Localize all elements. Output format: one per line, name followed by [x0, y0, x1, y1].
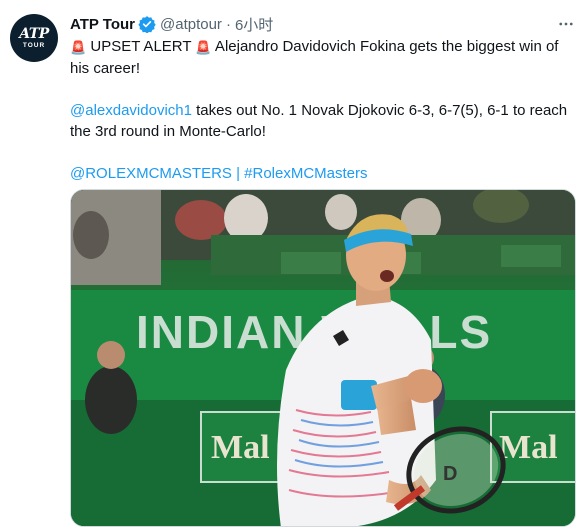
- verified-badge-icon: [138, 15, 156, 34]
- photo-illustration: INDIAN WELLS Mal Mal: [71, 190, 575, 526]
- mention-link[interactable]: @ROLEXMCMASTERS: [70, 165, 232, 182]
- separator-dot: ·: [225, 15, 231, 33]
- tweet-line-2-text: takes out No. 1 Novak Djokovic 6-3, 6-7(…: [191, 102, 568, 119]
- tweet-header: ATP Tour @atptour · 6小时: [70, 13, 273, 35]
- tweet[interactable]: ATP TOUR ATP Tour @atptour · 6小时 🚨 UPSET…: [0, 0, 588, 530]
- tweet-line-2: @alexdavidovich1 takes out No. 1 Novak D…: [70, 100, 580, 121]
- tweet-line-3: @ROLEXMCMASTERS | #RolexMCMasters: [70, 163, 580, 184]
- display-name[interactable]: ATP Tour: [70, 16, 135, 33]
- tweet-text: 🚨 UPSET ALERT 🚨 Alejandro Davidovich Fok…: [70, 36, 580, 184]
- siren-emoji-icon: 🚨: [195, 40, 212, 55]
- siren-emoji-icon: 🚨: [70, 40, 87, 55]
- tweet-line-2-cont: the 3rd round in Monte-Carlo!: [70, 123, 266, 140]
- board-left-text: Mal: [211, 429, 270, 466]
- atp-logo-text: ATP: [19, 25, 49, 42]
- mention-link[interactable]: @alexdavidovich1: [70, 102, 192, 119]
- user-handle[interactable]: @atptour: [160, 16, 222, 33]
- hashtag-link[interactable]: #RolexMCMasters: [244, 165, 367, 182]
- link-separator: |: [231, 165, 245, 182]
- upset-alert-text: UPSET ALERT: [86, 38, 196, 55]
- atp-logo-subtext: TOUR: [22, 41, 46, 49]
- tweet-line-1-cont: his career!: [70, 60, 141, 77]
- avatar[interactable]: ATP TOUR: [10, 14, 58, 62]
- tweet-line-1-text: Alejandro Davidovich Fokina gets the big…: [211, 38, 559, 55]
- tweet-line-1: 🚨 UPSET ALERT 🚨 Alejandro Davidovich Fok…: [70, 36, 580, 58]
- tweet-timestamp[interactable]: 6小时: [235, 14, 273, 35]
- more-options-icon[interactable]: [554, 12, 578, 36]
- board-right-text: Mal: [499, 429, 558, 466]
- tweet-photo[interactable]: INDIAN WELLS Mal Mal: [70, 189, 576, 527]
- racket-logo-text: D: [443, 463, 457, 485]
